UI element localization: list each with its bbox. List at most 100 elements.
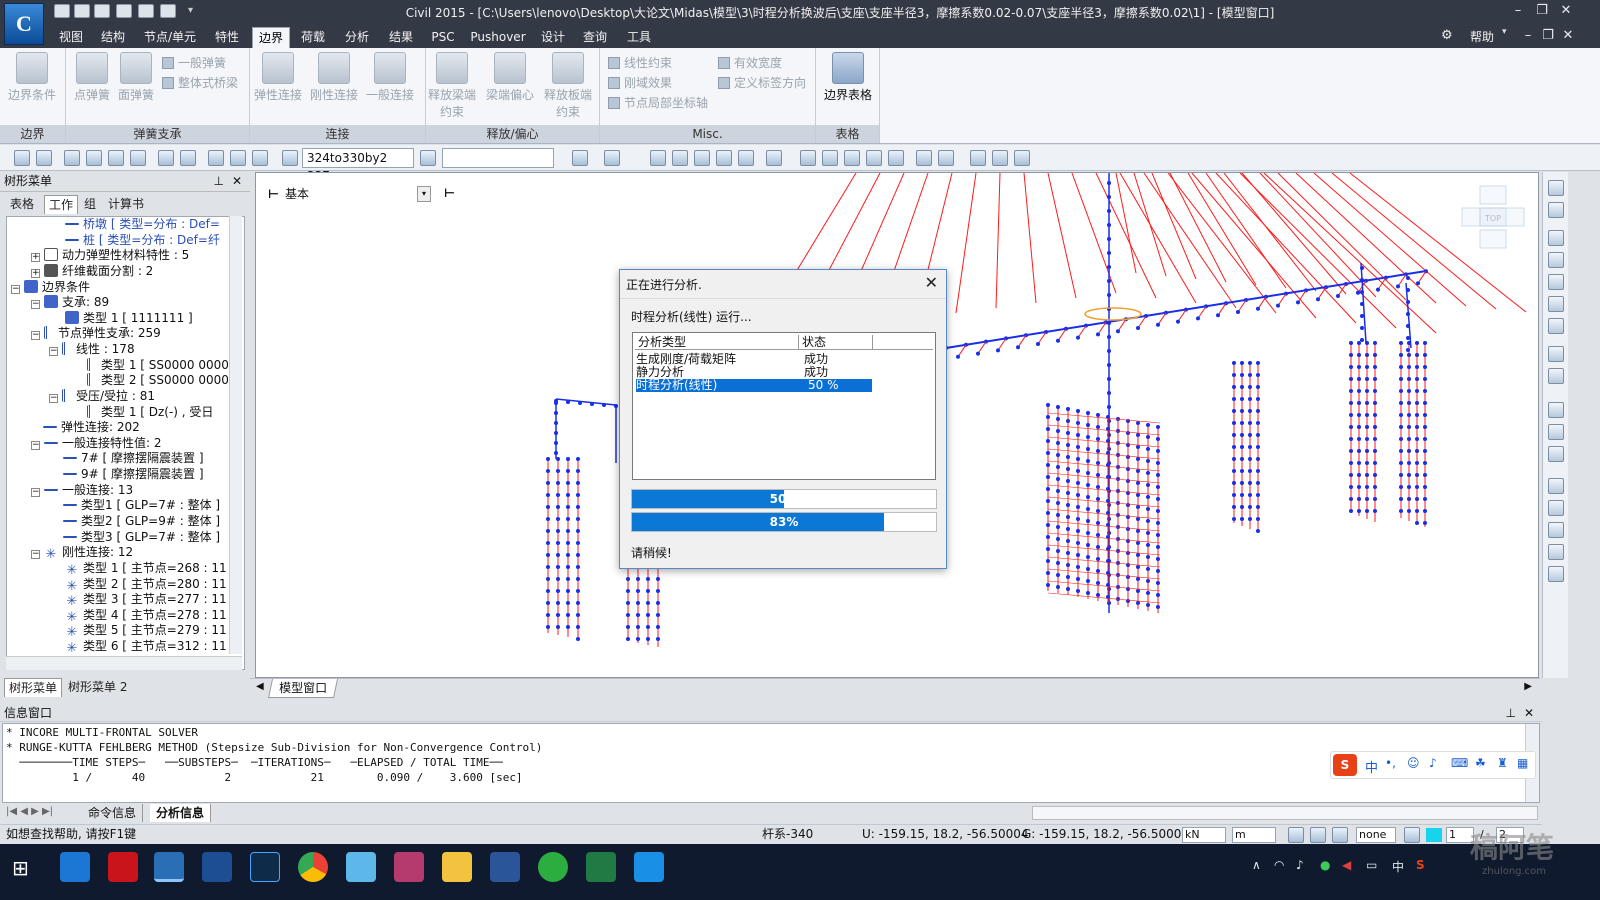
tree-node[interactable]: + 纤维截面分割 : 2 bbox=[31, 263, 153, 279]
menu-analysis[interactable]: 分析 bbox=[342, 27, 372, 48]
tree-node[interactable]: 弹性连接: 202 bbox=[43, 419, 140, 435]
activate-icon[interactable] bbox=[970, 150, 986, 166]
zoom-window-icon[interactable] bbox=[1548, 478, 1564, 494]
tree-node[interactable]: − 一般连接特性值: 2 bbox=[31, 435, 162, 451]
list-item-selected[interactable]: 时程分析(线性) 50 % bbox=[636, 379, 872, 392]
linear-constraint-button[interactable]: 线性约束 bbox=[608, 54, 672, 72]
zoom-reset-icon[interactable] bbox=[1548, 566, 1564, 582]
tab-tree-menu[interactable]: 树形菜单 bbox=[4, 678, 63, 697]
image-app-icon[interactable] bbox=[394, 852, 424, 882]
select-mode-icon[interactable] bbox=[14, 150, 30, 166]
zoom-in-icon[interactable] bbox=[1548, 402, 1564, 418]
star-app-icon[interactable] bbox=[634, 852, 664, 882]
tree-node[interactable]: ✳ 类型 4 [ 主节点=278 : 11 bbox=[65, 607, 227, 624]
select-single-icon[interactable] bbox=[64, 150, 80, 166]
tree-node[interactable]: − 支承: 89 bbox=[31, 294, 109, 310]
settings-gear-icon[interactable]: ⚙ bbox=[1441, 28, 1453, 43]
unselect-icon[interactable] bbox=[230, 150, 246, 166]
menu-psc[interactable]: PSC bbox=[428, 27, 458, 48]
tree-node[interactable]: ✳ 类型 5 [ 主节点=279 : 11 bbox=[65, 622, 227, 639]
select-volume-icon[interactable] bbox=[180, 150, 196, 166]
ime-emoji-icon[interactable]: ☺ bbox=[1407, 756, 1420, 770]
ime-chinese-mode[interactable]: 中 bbox=[1365, 757, 1378, 776]
tree-node[interactable]: ✳ 类型 1 [ 主节点=268 : 11 bbox=[65, 560, 227, 577]
menu-pushover[interactable]: Pushover bbox=[468, 27, 528, 48]
tree-node[interactable]: 类型 1 [ 1111111 ] bbox=[65, 310, 193, 326]
question-icon[interactable] bbox=[1404, 827, 1420, 843]
document-app-icon[interactable] bbox=[346, 852, 376, 882]
doc-close-icon[interactable]: ✕ bbox=[1556, 27, 1580, 45]
print-icon[interactable] bbox=[138, 4, 154, 18]
teamviewer-icon[interactable] bbox=[202, 852, 232, 882]
tree-node[interactable]: − 边界条件 bbox=[11, 279, 90, 295]
excel-icon[interactable] bbox=[586, 852, 616, 882]
select-by-id-icon[interactable] bbox=[420, 150, 436, 166]
minimize-icon[interactable]: – bbox=[1506, 2, 1530, 20]
new-file-icon[interactable] bbox=[54, 4, 70, 18]
tree-node[interactable]: 7# [ 摩擦摆隔震装置 ] bbox=[63, 450, 204, 466]
ime-punct-icon[interactable]: •, bbox=[1385, 756, 1396, 770]
shrink-icon[interactable] bbox=[822, 150, 838, 166]
info-pin-icon[interactable]: ⊥ bbox=[1506, 704, 1516, 722]
element-number-icon[interactable] bbox=[938, 150, 954, 166]
menu-properties[interactable]: 特性 bbox=[212, 27, 242, 48]
tray-language[interactable]: 中 bbox=[1392, 858, 1404, 875]
ime-shirt-icon[interactable]: ♜ bbox=[1497, 756, 1508, 770]
select-polygon-icon[interactable] bbox=[108, 150, 124, 166]
render-icon[interactable] bbox=[866, 150, 882, 166]
sogou-ime-icon[interactable]: S bbox=[1333, 754, 1357, 776]
security-icon[interactable]: ● bbox=[1320, 858, 1330, 872]
collapse-icon[interactable]: − bbox=[31, 550, 40, 559]
tree-node[interactable]: 类型 1 [ Dz(-) , 受日 bbox=[87, 404, 213, 420]
beam-end-release-button[interactable]: 释放梁端约束 bbox=[426, 52, 478, 120]
view-iso-3d-icon[interactable] bbox=[1548, 230, 1564, 246]
collapse-icon[interactable]: − bbox=[49, 394, 58, 403]
refresh-icon[interactable] bbox=[766, 150, 782, 166]
tray-sogou-icon[interactable]: S bbox=[1416, 858, 1425, 872]
view-left-icon[interactable] bbox=[1548, 296, 1564, 312]
expand-icon[interactable]: + bbox=[31, 253, 40, 262]
surface-spring-button[interactable]: 面弹簧 bbox=[110, 52, 162, 103]
lock-icon[interactable] bbox=[992, 150, 1008, 166]
app-icon-blue[interactable] bbox=[250, 852, 280, 882]
tree-node[interactable]: ✳ 类型 3 [ 主节点=277 : 11 bbox=[65, 591, 227, 608]
tree-node[interactable]: − ✳ 刚性连接: 12 bbox=[31, 544, 133, 561]
tree-vertical-scrollbar[interactable] bbox=[229, 216, 242, 654]
keyboard-icon[interactable]: ▭ bbox=[1366, 858, 1377, 872]
tree-node[interactable]: − 节点弹性支承: 259 bbox=[31, 325, 161, 341]
tab-scroll-right-icon[interactable]: ▶ bbox=[1524, 681, 1532, 692]
menu-view[interactable]: 视图 bbox=[56, 27, 86, 48]
ime-keyboard-icon[interactable]: ⌨ bbox=[1451, 756, 1468, 770]
tab-table[interactable]: 表格 bbox=[6, 195, 38, 214]
label-direction-button[interactable]: 定义标签方向 bbox=[718, 74, 806, 92]
menu-load[interactable]: 荷载 bbox=[298, 27, 328, 48]
zoom-minus-icon[interactable] bbox=[1548, 544, 1564, 560]
autocad-icon[interactable] bbox=[108, 852, 138, 882]
open-recent-icon[interactable] bbox=[94, 4, 110, 18]
view-top-icon[interactable] bbox=[1548, 252, 1564, 268]
quick-access-dropdown-icon[interactable]: ▾ bbox=[188, 5, 193, 16]
ime-toolbar[interactable]: S 中 •, ☺ ♪ ⌨ ☘ ♜ ▦ bbox=[1330, 751, 1536, 779]
tree-node[interactable]: 类型 2 [ SS0000 0000 bbox=[87, 372, 229, 388]
view-side-icon[interactable] bbox=[694, 150, 710, 166]
select-tree-icon[interactable] bbox=[36, 150, 52, 166]
column-analysis-type[interactable]: 分析类型 bbox=[635, 335, 799, 350]
menu-help[interactable]: 帮助 bbox=[1464, 27, 1500, 48]
wifi-icon[interactable]: ◠ bbox=[1274, 858, 1284, 872]
speaker-icon[interactable]: ◀ bbox=[1342, 858, 1351, 872]
select-previous-icon[interactable] bbox=[208, 150, 224, 166]
node-local-axis-button[interactable]: 节点局部坐标轴 bbox=[608, 94, 708, 112]
tree-node[interactable]: 桥墩 [ 类型=分布 : Def= bbox=[65, 217, 220, 232]
collapse-icon[interactable]: − bbox=[49, 347, 58, 356]
zoom-fit-icon[interactable] bbox=[800, 150, 816, 166]
menu-design[interactable]: 设计 bbox=[538, 27, 568, 48]
general-link-button[interactable]: 一般连接 bbox=[364, 52, 416, 103]
collapse-icon[interactable]: − bbox=[11, 285, 20, 294]
collapse-icon[interactable]: − bbox=[31, 300, 40, 309]
view-right-icon[interactable] bbox=[1548, 318, 1564, 334]
info-horizontal-scrollbar[interactable] bbox=[1032, 806, 1538, 820]
elastic-link-button[interactable]: 弹性连接 bbox=[252, 52, 304, 103]
view-mode-dropdown[interactable]: ▾ bbox=[417, 186, 431, 202]
tree-node[interactable]: − 一般连接: 13 bbox=[31, 482, 133, 498]
tab-analysis-info[interactable]: 分析信息 bbox=[150, 804, 212, 822]
